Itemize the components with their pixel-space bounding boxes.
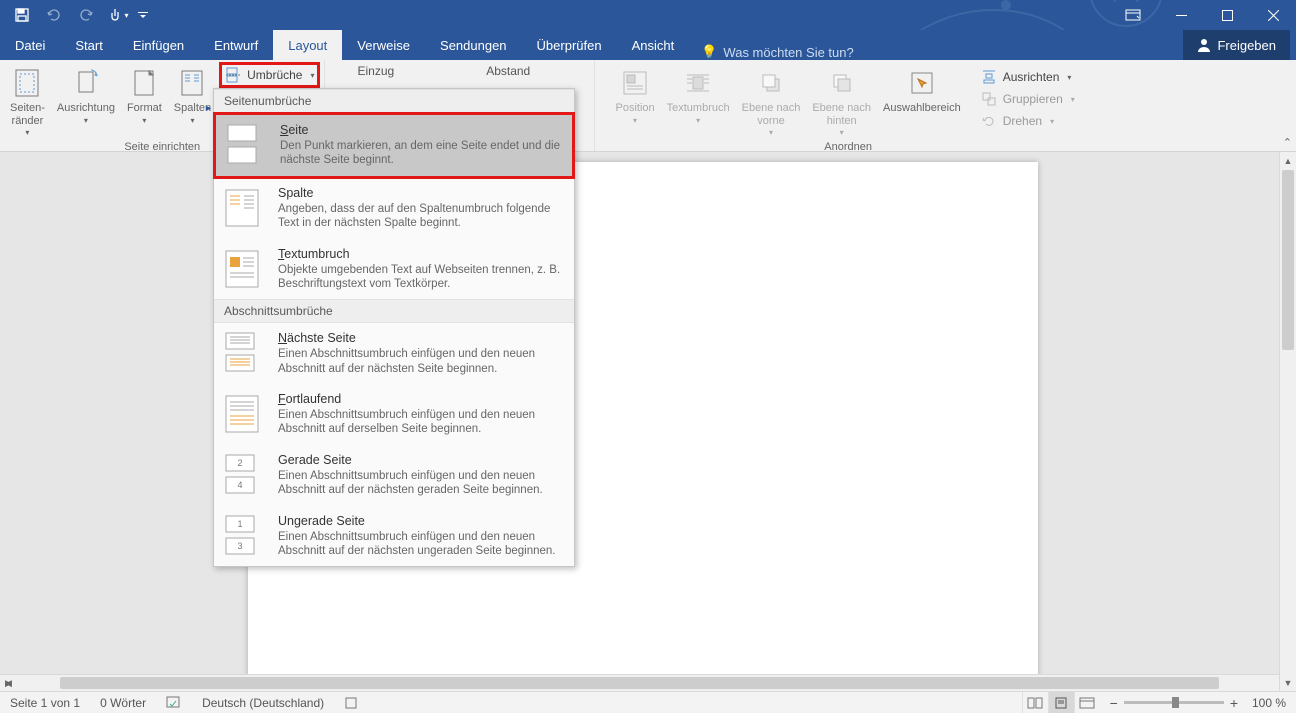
tab-sendungen[interactable]: Sendungen — [425, 30, 522, 60]
svg-text:3: 3 — [237, 541, 242, 551]
menu-item-textumbruch[interactable]: Textumbruch Objekte umgebenden Text auf … — [214, 239, 574, 300]
rotate-button[interactable]: Drehen▾ — [973, 110, 1083, 132]
position-button[interactable]: Position▾ — [609, 62, 660, 127]
vertical-scrollbar[interactable]: ▲ ▼ — [1279, 152, 1296, 691]
send-backward-button[interactable]: Ebene nach hinten▾ — [806, 62, 877, 139]
textwrap-button[interactable]: Textumbruch▾ — [661, 62, 736, 127]
menu-item-naechste-seite[interactable]: ▸ Nächste Seite Einen Abschnittsumbruch … — [214, 323, 574, 384]
zoom-out-button[interactable]: − — [1110, 695, 1118, 711]
orientation-button[interactable]: Ausrichtung▾ — [51, 62, 121, 127]
dropdown-section-page-breaks: Seitenumbrüche — [214, 89, 574, 113]
lightbulb-icon: 💡 — [701, 44, 717, 60]
zoom-slider[interactable] — [1124, 701, 1224, 704]
status-bar: Seite 1 von 1 0 Wörter Deutsch (Deutschl… — [0, 691, 1296, 713]
page-number-status[interactable]: Seite 1 von 1 — [0, 692, 90, 713]
title-bar: ▾ — [0, 0, 1296, 30]
horizontal-scrollbar[interactable]: ◀ ▶ — [0, 674, 1279, 691]
menu-item-fortlaufend[interactable]: Fortlaufend Einen Abschnittsumbruch einf… — [214, 384, 574, 445]
dropdown-section-section-breaks: Abschnittsumbrüche — [214, 299, 574, 323]
text-wrapping-break-icon — [220, 247, 264, 291]
web-layout-view[interactable] — [1074, 692, 1100, 713]
selection-pane-button[interactable]: Auswahlbereich — [877, 62, 967, 117]
person-icon — [1197, 38, 1211, 52]
bring-forward-button[interactable]: Ebene nach vorne▾ — [736, 62, 807, 139]
tell-me-search[interactable]: 💡 Was möchten Sie tun? — [689, 44, 866, 60]
menu-item-seite[interactable]: ▸ Seite Den Punkt markieren, an dem eine… — [213, 112, 575, 179]
spellcheck-status[interactable] — [156, 692, 192, 713]
tab-einfuegen[interactable]: Einfügen — [118, 30, 199, 60]
maximize-button[interactable] — [1204, 0, 1250, 30]
odd-page-section-icon: 13 — [220, 514, 264, 558]
continuous-section-icon — [220, 392, 264, 436]
menu-item-gerade-seite[interactable]: 24 Gerade Seite Einen Abschnittsumbruch … — [214, 445, 574, 506]
svg-text:2: 2 — [237, 458, 242, 468]
ribbon: Seiten- ränder▾ Ausrichtung▾ Format▾ Spa… — [0, 60, 1296, 152]
share-button[interactable]: Freigeben — [1183, 30, 1290, 60]
breaks-dropdown-menu: Seitenumbrüche ▸ Seite Den Punkt markier… — [213, 88, 575, 567]
breaks-dropdown-button[interactable]: Umbrüche▾ — [219, 62, 320, 88]
document-area: ▲ ▼ ◀ ▶ — [0, 152, 1296, 691]
tab-entwurf[interactable]: Entwurf — [199, 30, 273, 60]
page-break-icon — [225, 67, 241, 83]
undo-button[interactable] — [40, 1, 68, 29]
redo-button[interactable] — [72, 1, 100, 29]
print-layout-view[interactable] — [1048, 692, 1074, 713]
column-break-icon — [220, 186, 264, 230]
macro-status[interactable] — [334, 692, 368, 713]
read-mode-view[interactable] — [1022, 692, 1048, 713]
touch-mode-button[interactable]: ▾ — [104, 1, 132, 29]
save-button[interactable] — [8, 1, 36, 29]
svg-text:1: 1 — [237, 519, 242, 529]
margins-button[interactable]: Seiten- ränder▾ — [4, 62, 51, 139]
page-break-icon — [222, 123, 266, 167]
hscroll-thumb[interactable] — [60, 677, 1219, 689]
ribbon-display-options[interactable] — [1110, 0, 1156, 30]
zoom-in-button[interactable]: + — [1230, 695, 1238, 711]
group-anordnen: Position▾ Textumbruch▾ Ebene nach vorne▾… — [605, 60, 1090, 151]
size-button[interactable]: Format▾ — [121, 62, 168, 127]
menu-item-spalte[interactable]: Spalte Angeben, dass der auf den Spalten… — [214, 178, 574, 239]
tab-ueberpruefen[interactable]: Überprüfen — [522, 30, 617, 60]
scroll-right-arrow[interactable]: ▶ — [0, 675, 17, 691]
word-count-status[interactable]: 0 Wörter — [90, 692, 156, 713]
close-button[interactable] — [1250, 0, 1296, 30]
align-button[interactable]: Ausrichten▾ — [973, 66, 1083, 88]
tab-start[interactable]: Start — [60, 30, 117, 60]
next-page-section-icon — [220, 331, 264, 375]
tab-verweise[interactable]: Verweise — [342, 30, 425, 60]
menu-item-ungerade-seite[interactable]: 13 Ungerade Seite Einen Abschnittsumbruc… — [214, 506, 574, 567]
tab-layout[interactable]: Layout — [273, 30, 342, 60]
customize-qat-button[interactable] — [136, 1, 150, 29]
submenu-indicator-icon: ▸ — [206, 103, 211, 114]
minimize-button[interactable] — [1158, 0, 1204, 30]
language-status[interactable]: Deutsch (Deutschland) — [192, 692, 334, 713]
zoom-level[interactable]: 100 % — [1244, 696, 1286, 710]
collapse-ribbon-button[interactable]: ⌃ — [1283, 136, 1292, 149]
tab-datei[interactable]: Datei — [0, 30, 60, 60]
even-page-section-icon: 24 — [220, 453, 264, 497]
ribbon-tabs: Datei Start Einfügen Entwurf Layout Verw… — [0, 30, 1296, 60]
group-button[interactable]: Gruppieren▾ — [973, 88, 1083, 110]
scroll-down-arrow[interactable]: ▼ — [1280, 674, 1296, 691]
tab-ansicht[interactable]: Ansicht — [617, 30, 690, 60]
svg-text:4: 4 — [237, 480, 242, 490]
scroll-up-arrow[interactable]: ▲ — [1280, 152, 1296, 169]
columns-button[interactable]: Spalten▾ — [168, 62, 217, 127]
scroll-thumb[interactable] — [1282, 170, 1294, 350]
